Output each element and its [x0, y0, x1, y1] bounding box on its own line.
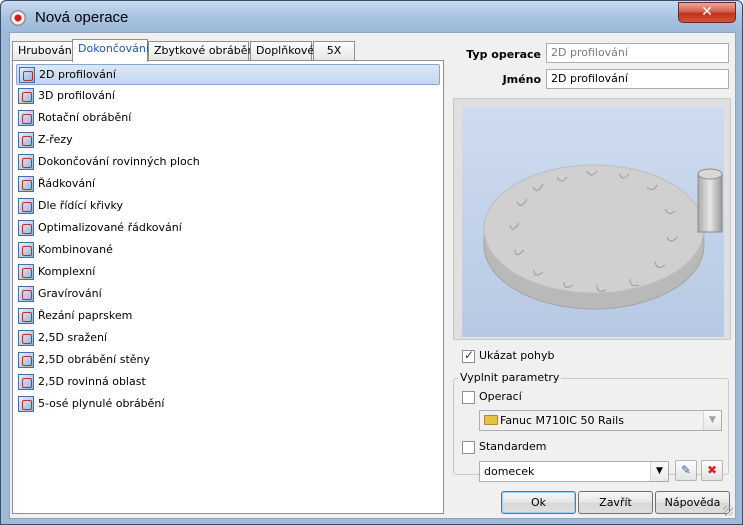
- list-item[interactable]: 3D profilování: [16, 86, 440, 107]
- list-item[interactable]: 2D profilování: [16, 64, 440, 85]
- chevron-down-icon[interactable]: ▼: [703, 411, 721, 430]
- list-item[interactable]: Optimalizované řádkování: [16, 218, 440, 239]
- tab-dokoncovani[interactable]: Dokončování: [72, 39, 149, 62]
- window-title: Nová operace: [35, 9, 129, 26]
- tab-5x[interactable]: 5X: [313, 41, 355, 61]
- combined-icon: [18, 242, 34, 258]
- tab-zbytkove-obrabeni[interactable]: Zbytkové obrábění: [148, 41, 258, 61]
- list-item-label: 2,5D obrábění stěny: [38, 353, 151, 366]
- list-item-label: 2D profilování: [39, 68, 116, 81]
- list-item-label: Gravírování: [38, 287, 102, 300]
- list-item-label: 5-osé plynulé obrábění: [38, 397, 165, 410]
- preview-viewport: [462, 107, 724, 337]
- help-button[interactable]: Nápověda: [655, 491, 730, 514]
- list-item-label: Optimalizované řádkování: [38, 221, 182, 234]
- default-template-value: domecek: [484, 465, 535, 478]
- fill-parameters-title: Vyplnit parametry: [458, 371, 562, 384]
- list-item[interactable]: 2,5D obrábění stěny: [16, 350, 440, 371]
- beam-cutting-icon: [18, 308, 34, 324]
- list-item[interactable]: Z-řezy: [16, 130, 440, 151]
- fill-by-default-checkbox[interactable]: [462, 441, 475, 454]
- list-item-label: Řádkování: [38, 177, 96, 190]
- chamfer-icon: [18, 330, 34, 346]
- dialog-window: Nová operace ✕ Hrubování Dokončování Zby…: [0, 0, 743, 525]
- ok-button[interactable]: Ok: [501, 491, 576, 514]
- optimized-raster-icon: [18, 220, 34, 236]
- guide-curve-icon: [18, 198, 34, 214]
- list-item-label: 2,5D rovinná oblast: [38, 375, 146, 388]
- list-item[interactable]: Gravírování: [16, 284, 440, 305]
- resize-grip[interactable]: [723, 506, 733, 516]
- operation-source-select[interactable]: Fanuc M710IC 50 Rails ▼: [479, 410, 722, 431]
- default-template-select[interactable]: domecek ▼: [479, 461, 669, 482]
- wall-machining-icon: [18, 352, 34, 368]
- complex-icon: [18, 264, 34, 280]
- list-item[interactable]: 2,5D sražení: [16, 328, 440, 349]
- list-item[interactable]: Komplexní: [16, 262, 440, 283]
- list-item[interactable]: Dle řídící křivky: [16, 196, 440, 217]
- list-item-label: Dle řídící křivky: [38, 199, 123, 212]
- close-window-button[interactable]: ✕: [678, 2, 736, 23]
- operation-name-label: Jméno: [502, 73, 541, 86]
- list-item-label: Komplexní: [38, 265, 96, 278]
- fill-by-default-label: Standardem: [479, 440, 547, 453]
- list-item[interactable]: Kombinované: [16, 240, 440, 261]
- list-item-label: Kombinované: [38, 243, 113, 256]
- list-item[interactable]: Dokončování rovinných ploch: [16, 152, 440, 173]
- operation-type-label: Typ operace: [466, 48, 541, 61]
- raster-icon: [18, 176, 34, 192]
- z-cuts-icon: [18, 132, 34, 148]
- folder-icon: [484, 415, 498, 425]
- tab-hrubovani[interactable]: Hrubování: [12, 41, 75, 61]
- list-item[interactable]: Řezání paprskem: [16, 306, 440, 327]
- delete-icon: ✖: [706, 463, 718, 477]
- operation-list[interactable]: 2D profilování 3D profilování Rotační obrá…: [12, 60, 444, 514]
- preview-image: [483, 164, 723, 310]
- list-item-label: Řezání paprskem: [38, 309, 133, 322]
- close-button[interactable]: Zavřít: [578, 491, 653, 514]
- edit-template-button[interactable]: ✎: [675, 460, 697, 481]
- list-item[interactable]: 5-osé plynulé obrábění: [16, 394, 440, 415]
- dialog-body: Hrubování Dokončování Zbytkové obrábění …: [9, 32, 736, 519]
- show-motion-label: Ukázat pohyb: [479, 349, 555, 362]
- show-motion-checkbox[interactable]: [462, 348, 475, 363]
- list-item-label: Rotační obrábění: [38, 111, 132, 124]
- tab-doplnkove[interactable]: Doplňkové: [250, 41, 314, 61]
- 5-axis-icon: [18, 396, 34, 412]
- operation-source-value: Fanuc M710IC 50 Rails: [500, 414, 624, 427]
- 3d-profiling-icon: [18, 88, 34, 104]
- operation-name-field[interactable]: 2D profilování: [546, 69, 729, 89]
- chevron-down-icon[interactable]: ▼: [650, 462, 668, 481]
- app-icon: [10, 10, 26, 26]
- list-item-label: 2,5D sražení: [38, 331, 108, 344]
- 2d-profiling-icon: [19, 67, 35, 83]
- edit-icon: ✎: [680, 463, 692, 477]
- fill-from-operation-label: Operací: [479, 390, 522, 403]
- list-item-label: 3D profilování: [38, 89, 115, 102]
- title-bar[interactable]: Nová operace ✕: [1, 1, 742, 33]
- flat-finishing-icon: [18, 154, 34, 170]
- fill-from-operation-checkbox[interactable]: [462, 391, 475, 404]
- operation-preview: [453, 98, 731, 340]
- list-item-label: Dokončování rovinných ploch: [38, 155, 200, 168]
- delete-template-button[interactable]: ✖: [701, 460, 723, 481]
- engraving-icon: [18, 286, 34, 302]
- operation-type-field: 2D profilování: [546, 43, 729, 63]
- rotary-machining-icon: [18, 110, 34, 126]
- list-item[interactable]: Řádkování: [16, 174, 440, 195]
- list-item[interactable]: Rotační obrábění: [16, 108, 440, 129]
- planar-area-icon: [18, 374, 34, 390]
- list-item-label: Z-řezy: [38, 133, 73, 146]
- list-item[interactable]: 2,5D rovinná oblast: [16, 372, 440, 393]
